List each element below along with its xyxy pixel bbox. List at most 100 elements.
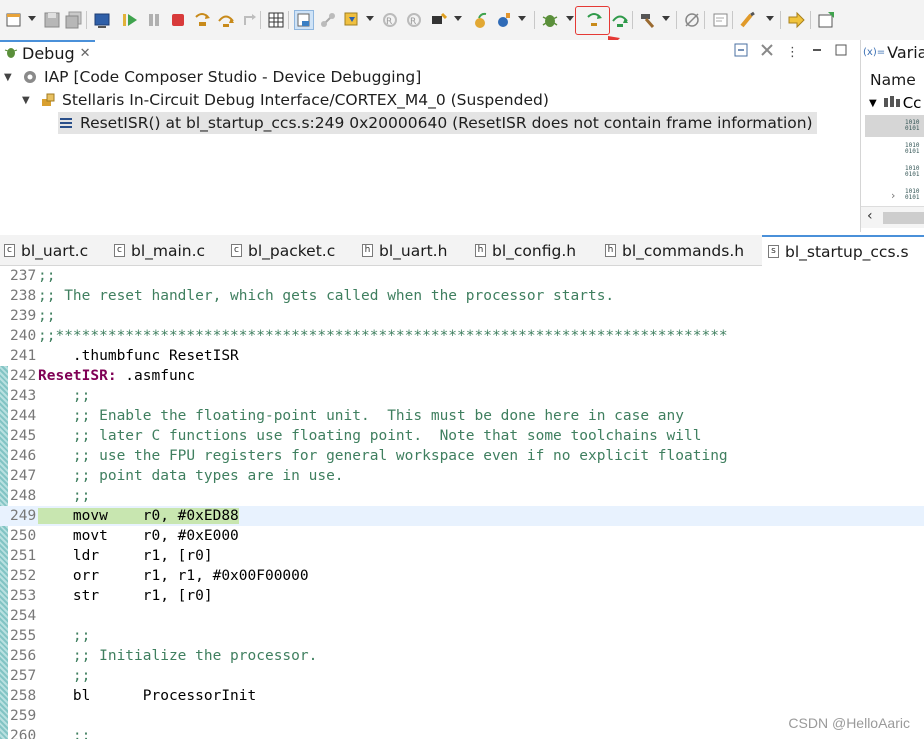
line-number[interactable]: 255: [10, 626, 37, 646]
tab-bl-main-c[interactable]: c bl_main.c: [114, 235, 205, 266]
tab-bl-config-h[interactable]: h bl_config.h: [475, 235, 576, 266]
line-number[interactable]: 239: [10, 306, 37, 326]
line-number[interactable]: 257: [10, 666, 37, 686]
debug-bug-icon[interactable]: [540, 10, 560, 30]
code-line[interactable]: 245 ;; later C functions use floating po…: [0, 426, 924, 446]
tab-bl-startup-ccs-s[interactable]: s bl_startup_ccs.s: [762, 235, 924, 266]
line-number[interactable]: 238: [10, 286, 37, 306]
code-line[interactable]: 257 ;;: [0, 666, 924, 686]
open-perspective-icon[interactable]: [816, 10, 836, 30]
marker-pen-icon[interactable]: [738, 10, 758, 30]
code-line[interactable]: 248 ;;: [0, 486, 924, 506]
current-instruction-line[interactable]: 249 movw r0, #0xED88: [0, 506, 924, 526]
variable-row[interactable]: 1010 0101: [865, 115, 924, 137]
chevron-right-icon[interactable]: ›: [891, 189, 895, 202]
new-icon[interactable]: [4, 10, 24, 30]
restart-icon[interactable]: R: [404, 10, 424, 30]
remove-terminated-icon[interactable]: [760, 43, 774, 61]
code-line[interactable]: 239;;: [0, 306, 924, 326]
code-line[interactable]: 243 ;;: [0, 386, 924, 406]
variable-row[interactable]: 1010 0101: [865, 138, 924, 160]
terminal-icon[interactable]: [92, 10, 112, 30]
expressions-icon[interactable]: [494, 10, 514, 30]
skip-breakpoints-icon[interactable]: [682, 10, 702, 30]
reset-cpu-icon[interactable]: R: [380, 10, 400, 30]
code-line[interactable]: 253 str r1, [r0]: [0, 586, 924, 606]
tree-item-session[interactable]: ▼ IAP [Code Composer Studio - Device Deb…: [4, 66, 421, 88]
variable-row[interactable]: 1010 0101: [865, 161, 924, 183]
column-header-name[interactable]: Name: [870, 71, 916, 89]
tab-bl-packet-c[interactable]: c bl_packet.c: [231, 235, 335, 266]
variable-row[interactable]: › 1010 0101: [865, 184, 924, 206]
next-annotation-icon[interactable]: [786, 10, 806, 30]
line-number[interactable]: 252: [10, 566, 37, 586]
new-dropdown-icon[interactable]: [28, 16, 36, 21]
line-number[interactable]: 241: [10, 346, 37, 366]
step-into-icon[interactable]: [192, 10, 212, 30]
terminate-icon[interactable]: [168, 10, 188, 30]
view-menu-icon[interactable]: ⋮: [786, 45, 799, 60]
tree-item-stack-frame[interactable]: ResetISR() at bl_startup_ccs.s:249 0x200…: [58, 112, 817, 134]
scrollbar-thumb[interactable]: [883, 212, 924, 224]
line-number[interactable]: 254: [10, 606, 37, 626]
chevron-down-icon[interactable]: ▼: [4, 72, 16, 83]
code-line[interactable]: 256 ;; Initialize the processor.: [0, 646, 924, 666]
chevron-left-icon[interactable]: ‹: [867, 208, 873, 224]
variables-view-tab[interactable]: (x)= Varial: [863, 40, 924, 64]
line-number[interactable]: 245: [10, 426, 37, 446]
line-number[interactable]: 249: [10, 506, 37, 526]
tree-item-cpu[interactable]: ▼ Stellaris In-Circuit Debug Interface/C…: [22, 89, 549, 111]
marker-dropdown-icon[interactable]: [766, 16, 774, 21]
variable-row[interactable]: ▼ Cc: [865, 92, 924, 114]
horizontal-scrollbar[interactable]: ‹: [861, 206, 924, 228]
code-line[interactable]: 260 ;;: [0, 726, 924, 739]
maximize-icon[interactable]: [835, 44, 847, 60]
line-number[interactable]: 251: [10, 546, 37, 566]
instruction-stepping-icon[interactable]: [294, 10, 314, 30]
target-chip-icon[interactable]: [428, 10, 448, 30]
line-number[interactable]: 237: [10, 266, 37, 286]
code-line[interactable]: 242 ResetISR: .asmfunc: [0, 366, 924, 386]
line-number[interactable]: 247: [10, 466, 37, 486]
code-line[interactable]: 255 ;;: [0, 626, 924, 646]
save-icon[interactable]: [42, 10, 62, 30]
line-number[interactable]: 256: [10, 646, 37, 666]
suspend-icon[interactable]: [144, 10, 164, 30]
line-number[interactable]: 242: [10, 366, 37, 386]
save-all-icon[interactable]: [64, 10, 84, 30]
line-number[interactable]: 258: [10, 686, 37, 706]
step-return-icon[interactable]: [240, 10, 260, 30]
assembly-step-over-icon[interactable]: [610, 10, 630, 30]
step-over-icon[interactable]: [216, 10, 236, 30]
memory-grid-icon[interactable]: [266, 10, 286, 30]
code-editor[interactable]: 237;; 238;; The reset handler, which gets…: [0, 266, 924, 739]
code-line[interactable]: 247 ;; point data types are in use.: [0, 466, 924, 486]
open-console-icon[interactable]: [710, 10, 730, 30]
resume-icon[interactable]: [120, 10, 140, 30]
run-to-line-icon[interactable]: [470, 10, 490, 30]
chevron-down-icon[interactable]: ▼: [22, 95, 34, 106]
line-number[interactable]: 253: [10, 586, 37, 606]
code-line[interactable]: 246 ;; use the FPU registers for general…: [0, 446, 924, 466]
code-line[interactable]: 238;; The reset handler, which gets call…: [0, 286, 924, 306]
connect-icon[interactable]: [318, 10, 338, 30]
code-line[interactable]: 240 ;;***********************************…: [0, 326, 924, 346]
debug-view-tab[interactable]: Debug ✕: [0, 40, 95, 64]
load-dropdown-icon[interactable]: [366, 16, 374, 21]
tab-bl-uart-h[interactable]: h bl_uart.h: [362, 235, 447, 266]
load-program-icon[interactable]: [342, 10, 362, 30]
code-line[interactable]: 250 movt r0, #0xE000: [0, 526, 924, 546]
tab-bl-uart-c[interactable]: c bl_uart.c: [4, 235, 88, 266]
line-number[interactable]: 244: [10, 406, 37, 426]
code-line[interactable]: 252 orr r1, r1, #0x00F00000: [0, 566, 924, 586]
line-number[interactable]: 243: [10, 386, 37, 406]
chevron-down-icon[interactable]: ▼: [869, 98, 877, 109]
build-dropdown-icon[interactable]: [662, 16, 670, 21]
target-dropdown-icon[interactable]: [454, 16, 462, 21]
line-number[interactable]: 240: [10, 326, 37, 346]
line-number[interactable]: 246: [10, 446, 37, 466]
code-line[interactable]: 244 ;; Enable the floating-point unit. T…: [0, 406, 924, 426]
debug-dropdown-icon[interactable]: [566, 16, 574, 21]
line-number[interactable]: 250: [10, 526, 37, 546]
tab-bl-commands-h[interactable]: h bl_commands.h: [605, 235, 744, 266]
